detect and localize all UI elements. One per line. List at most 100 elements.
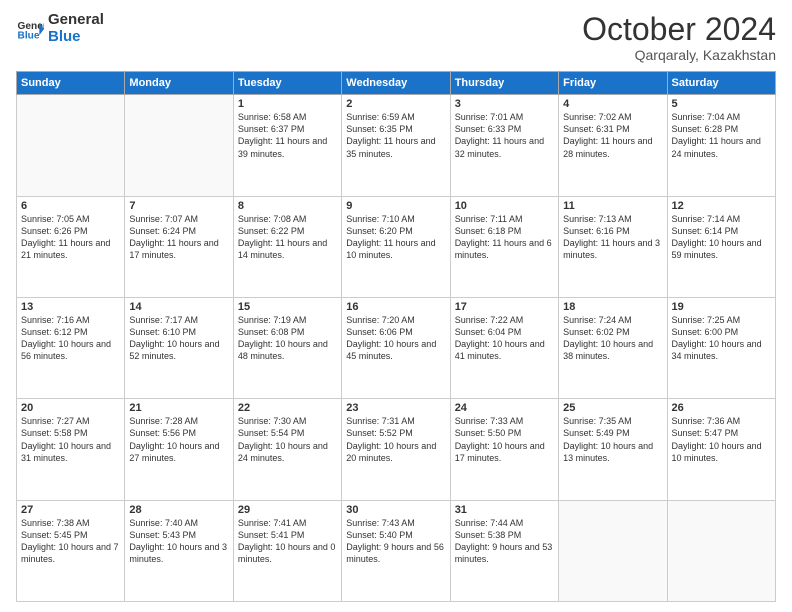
day-info: Sunrise: 7:27 AM Sunset: 5:58 PM Dayligh… xyxy=(21,415,120,464)
day-info: Sunrise: 7:36 AM Sunset: 5:47 PM Dayligh… xyxy=(672,415,771,464)
day-info: Sunrise: 7:31 AM Sunset: 5:52 PM Dayligh… xyxy=(346,415,445,464)
calendar-cell: 30Sunrise: 7:43 AM Sunset: 5:40 PM Dayli… xyxy=(342,500,450,601)
day-info: Sunrise: 7:01 AM Sunset: 6:33 PM Dayligh… xyxy=(455,111,554,160)
weekday-header: Tuesday xyxy=(233,72,341,95)
day-info: Sunrise: 6:58 AM Sunset: 6:37 PM Dayligh… xyxy=(238,111,337,160)
calendar-cell: 21Sunrise: 7:28 AM Sunset: 5:56 PM Dayli… xyxy=(125,399,233,500)
calendar-cell: 4Sunrise: 7:02 AM Sunset: 6:31 PM Daylig… xyxy=(559,95,667,196)
logo-general: General xyxy=(48,12,104,29)
calendar-cell: 12Sunrise: 7:14 AM Sunset: 6:14 PM Dayli… xyxy=(667,196,775,297)
calendar-row: 13Sunrise: 7:16 AM Sunset: 6:12 PM Dayli… xyxy=(17,297,776,398)
calendar-cell: 14Sunrise: 7:17 AM Sunset: 6:10 PM Dayli… xyxy=(125,297,233,398)
day-number: 27 xyxy=(21,504,120,516)
calendar-cell xyxy=(17,95,125,196)
day-number: 30 xyxy=(346,504,445,516)
day-info: Sunrise: 7:30 AM Sunset: 5:54 PM Dayligh… xyxy=(238,415,337,464)
calendar-cell: 31Sunrise: 7:44 AM Sunset: 5:38 PM Dayli… xyxy=(450,500,558,601)
day-number: 1 xyxy=(238,98,337,110)
calendar-table: SundayMondayTuesdayWednesdayThursdayFrid… xyxy=(16,71,776,602)
day-info: Sunrise: 6:59 AM Sunset: 6:35 PM Dayligh… xyxy=(346,111,445,160)
calendar-cell: 3Sunrise: 7:01 AM Sunset: 6:33 PM Daylig… xyxy=(450,95,558,196)
title-block: October 2024 Qarqaraly, Kazakhstan xyxy=(582,12,776,63)
calendar-cell: 22Sunrise: 7:30 AM Sunset: 5:54 PM Dayli… xyxy=(233,399,341,500)
weekday-header: Friday xyxy=(559,72,667,95)
day-number: 10 xyxy=(455,200,554,212)
month-title: October 2024 xyxy=(582,12,776,47)
day-info: Sunrise: 7:43 AM Sunset: 5:40 PM Dayligh… xyxy=(346,517,445,566)
day-info: Sunrise: 7:13 AM Sunset: 6:16 PM Dayligh… xyxy=(563,213,662,262)
day-number: 12 xyxy=(672,200,771,212)
day-number: 3 xyxy=(455,98,554,110)
calendar-cell xyxy=(559,500,667,601)
weekday-header: Monday xyxy=(125,72,233,95)
calendar-cell: 18Sunrise: 7:24 AM Sunset: 6:02 PM Dayli… xyxy=(559,297,667,398)
day-number: 21 xyxy=(129,402,228,414)
calendar-row: 20Sunrise: 7:27 AM Sunset: 5:58 PM Dayli… xyxy=(17,399,776,500)
weekday-header: Wednesday xyxy=(342,72,450,95)
day-number: 20 xyxy=(21,402,120,414)
calendar-cell: 19Sunrise: 7:25 AM Sunset: 6:00 PM Dayli… xyxy=(667,297,775,398)
calendar-cell: 20Sunrise: 7:27 AM Sunset: 5:58 PM Dayli… xyxy=(17,399,125,500)
day-info: Sunrise: 7:22 AM Sunset: 6:04 PM Dayligh… xyxy=(455,314,554,363)
calendar-cell: 13Sunrise: 7:16 AM Sunset: 6:12 PM Dayli… xyxy=(17,297,125,398)
day-number: 18 xyxy=(563,301,662,313)
day-number: 5 xyxy=(672,98,771,110)
day-info: Sunrise: 7:10 AM Sunset: 6:20 PM Dayligh… xyxy=(346,213,445,262)
day-info: Sunrise: 7:14 AM Sunset: 6:14 PM Dayligh… xyxy=(672,213,771,262)
calendar-row: 27Sunrise: 7:38 AM Sunset: 5:45 PM Dayli… xyxy=(17,500,776,601)
day-number: 23 xyxy=(346,402,445,414)
day-number: 2 xyxy=(346,98,445,110)
svg-text:Blue: Blue xyxy=(18,30,40,41)
calendar-cell: 25Sunrise: 7:35 AM Sunset: 5:49 PM Dayli… xyxy=(559,399,667,500)
logo-icon: General Blue xyxy=(16,15,44,43)
weekday-header: Thursday xyxy=(450,72,558,95)
day-number: 4 xyxy=(563,98,662,110)
day-number: 7 xyxy=(129,200,228,212)
calendar-cell: 27Sunrise: 7:38 AM Sunset: 5:45 PM Dayli… xyxy=(17,500,125,601)
day-info: Sunrise: 7:08 AM Sunset: 6:22 PM Dayligh… xyxy=(238,213,337,262)
day-number: 22 xyxy=(238,402,337,414)
day-number: 28 xyxy=(129,504,228,516)
calendar-cell: 5Sunrise: 7:04 AM Sunset: 6:28 PM Daylig… xyxy=(667,95,775,196)
day-info: Sunrise: 7:44 AM Sunset: 5:38 PM Dayligh… xyxy=(455,517,554,566)
calendar-header-row: SundayMondayTuesdayWednesdayThursdayFrid… xyxy=(17,72,776,95)
day-info: Sunrise: 7:35 AM Sunset: 5:49 PM Dayligh… xyxy=(563,415,662,464)
day-info: Sunrise: 7:40 AM Sunset: 5:43 PM Dayligh… xyxy=(129,517,228,566)
day-number: 13 xyxy=(21,301,120,313)
calendar-cell xyxy=(125,95,233,196)
day-number: 19 xyxy=(672,301,771,313)
day-info: Sunrise: 7:28 AM Sunset: 5:56 PM Dayligh… xyxy=(129,415,228,464)
day-number: 24 xyxy=(455,402,554,414)
calendar-cell: 9Sunrise: 7:10 AM Sunset: 6:20 PM Daylig… xyxy=(342,196,450,297)
location-subtitle: Qarqaraly, Kazakhstan xyxy=(582,47,776,63)
day-number: 16 xyxy=(346,301,445,313)
calendar-cell: 17Sunrise: 7:22 AM Sunset: 6:04 PM Dayli… xyxy=(450,297,558,398)
weekday-header: Sunday xyxy=(17,72,125,95)
day-info: Sunrise: 7:33 AM Sunset: 5:50 PM Dayligh… xyxy=(455,415,554,464)
calendar-cell: 16Sunrise: 7:20 AM Sunset: 6:06 PM Dayli… xyxy=(342,297,450,398)
calendar-cell: 6Sunrise: 7:05 AM Sunset: 6:26 PM Daylig… xyxy=(17,196,125,297)
calendar-cell: 10Sunrise: 7:11 AM Sunset: 6:18 PM Dayli… xyxy=(450,196,558,297)
day-number: 9 xyxy=(346,200,445,212)
calendar-cell: 29Sunrise: 7:41 AM Sunset: 5:41 PM Dayli… xyxy=(233,500,341,601)
day-number: 25 xyxy=(563,402,662,414)
day-number: 29 xyxy=(238,504,337,516)
day-number: 6 xyxy=(21,200,120,212)
logo: General Blue General Blue xyxy=(16,12,104,45)
calendar-cell: 1Sunrise: 6:58 AM Sunset: 6:37 PM Daylig… xyxy=(233,95,341,196)
header: General Blue General Blue October 2024 Q… xyxy=(16,12,776,63)
day-info: Sunrise: 7:16 AM Sunset: 6:12 PM Dayligh… xyxy=(21,314,120,363)
calendar-body: 1Sunrise: 6:58 AM Sunset: 6:37 PM Daylig… xyxy=(17,95,776,602)
weekday-header: Saturday xyxy=(667,72,775,95)
page: General Blue General Blue October 2024 Q… xyxy=(0,0,792,612)
day-info: Sunrise: 7:41 AM Sunset: 5:41 PM Dayligh… xyxy=(238,517,337,566)
calendar-cell: 7Sunrise: 7:07 AM Sunset: 6:24 PM Daylig… xyxy=(125,196,233,297)
calendar-row: 1Sunrise: 6:58 AM Sunset: 6:37 PM Daylig… xyxy=(17,95,776,196)
day-number: 8 xyxy=(238,200,337,212)
day-number: 31 xyxy=(455,504,554,516)
day-info: Sunrise: 7:02 AM Sunset: 6:31 PM Dayligh… xyxy=(563,111,662,160)
calendar-cell: 23Sunrise: 7:31 AM Sunset: 5:52 PM Dayli… xyxy=(342,399,450,500)
calendar-cell xyxy=(667,500,775,601)
logo-blue: Blue xyxy=(48,29,104,46)
day-info: Sunrise: 7:11 AM Sunset: 6:18 PM Dayligh… xyxy=(455,213,554,262)
